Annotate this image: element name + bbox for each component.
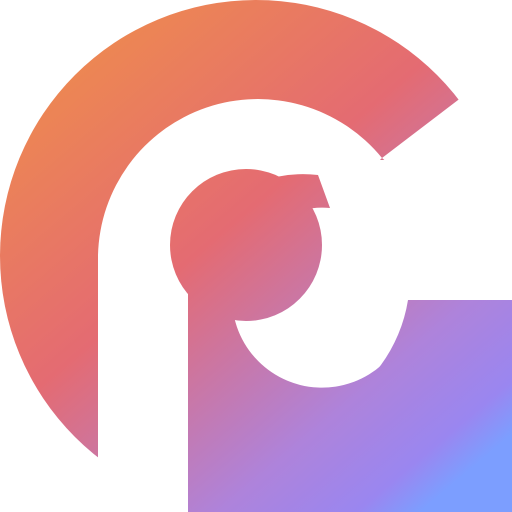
logo-cutouts [98, 97, 512, 512]
logo [0, 0, 512, 512]
logo-ball [170, 169, 322, 321]
pg-monogram-logo-icon [0, 0, 512, 512]
